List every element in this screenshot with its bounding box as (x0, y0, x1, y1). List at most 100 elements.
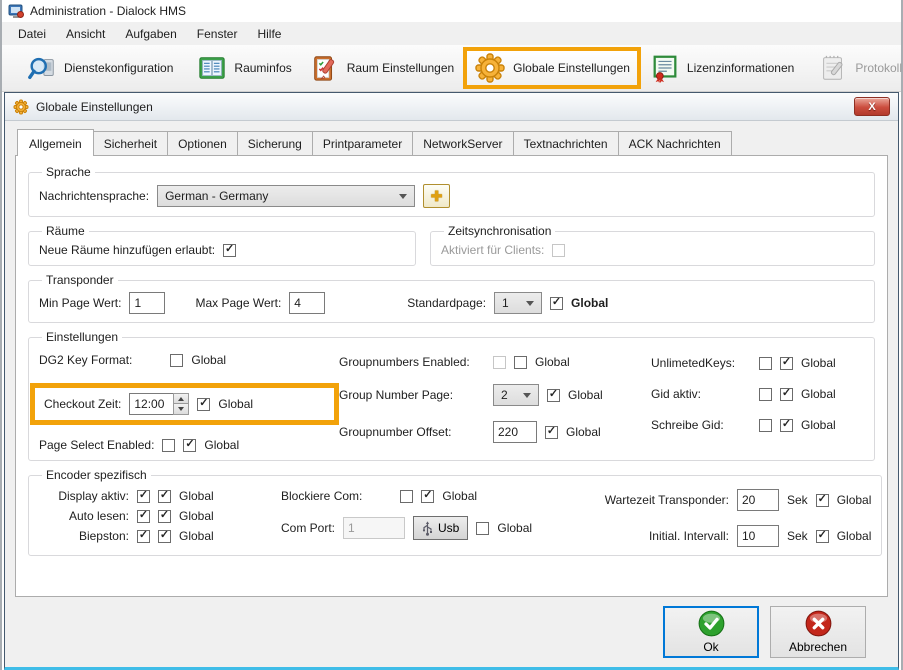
biepston-checkbox[interactable] (137, 530, 150, 543)
global-settings-icon (474, 52, 506, 84)
display-aktiv-checkbox[interactable] (137, 490, 150, 503)
usb-toggle-button[interactable]: Usb (413, 516, 468, 540)
abbrechen-button[interactable]: Abbrechen (770, 606, 866, 658)
nachrichtensprache-select[interactable]: German - Germany (157, 185, 415, 207)
spin-down-button[interactable] (173, 404, 189, 415)
menu-fenster[interactable]: Fenster (187, 23, 248, 45)
toolbar-protokoll[interactable]: Protokoll (809, 47, 903, 89)
group-number-page-select[interactable]: 2 (493, 384, 539, 406)
tab-sicherung[interactable]: Sicherung (237, 131, 313, 155)
groupnumber-offset-global-checkbox[interactable] (545, 426, 558, 439)
zeitsync-legend: Zeitsynchronisation (444, 224, 555, 238)
gid-aktiv-checkbox[interactable] (759, 388, 772, 401)
dg2-global-checkbox[interactable] (170, 354, 183, 367)
groupnumbers-enabled-row: Groupnumbers Enabled: Global (339, 355, 651, 369)
raeume-zeitsync-row: Räume Neue Räume hinzufügen erlaubt: Zei… (28, 224, 875, 266)
nachrichtensprache-row: Nachrichtensprache: German - Germany (39, 184, 864, 208)
initial-intervall-global-checkbox[interactable] (816, 530, 829, 543)
biepston-global-checkbox[interactable] (158, 530, 171, 543)
checkout-zeit-input[interactable] (129, 393, 173, 415)
max-page-input[interactable] (289, 292, 325, 314)
tab-allgemein[interactable]: Allgemein (17, 129, 94, 156)
zeitsynchronisation-groupbox: Zeitsynchronisation Aktiviert für Client… (430, 224, 875, 266)
standardpage-select[interactable]: 1 (494, 292, 542, 314)
chevron-down-icon (399, 194, 407, 199)
dialog-title: Globale Einstellungen (36, 100, 153, 114)
auto-lesen-checkbox[interactable] (137, 510, 150, 523)
com-port-row: Com Port: Usb Global (281, 516, 581, 540)
dialog-close-button[interactable] (854, 97, 890, 116)
raeume-legend: Räume (42, 224, 89, 238)
tab-sicherheit[interactable]: Sicherheit (93, 131, 168, 155)
wartezeit-global-checkbox[interactable] (816, 494, 829, 507)
unlimetedkeys-checkbox[interactable] (759, 357, 772, 370)
groupnumbers-global-checkbox[interactable] (514, 356, 527, 369)
wartezeit-transponder-row: Wartezeit Transponder: Sek Global (581, 489, 871, 511)
window-title: Administration - Dialock HMS (30, 4, 186, 18)
encoder-legend: Encoder spezifisch (42, 468, 151, 482)
globale-einstellungen-dialog: Globale Einstellungen Allgemein Sicherhe… (4, 92, 899, 670)
group-number-page-global-checkbox[interactable] (547, 389, 560, 402)
neue-raeume-checkbox[interactable] (223, 244, 236, 257)
tab-strip: Allgemein Sicherheit Optionen Sicherung … (17, 129, 888, 155)
toolbar-lizenzinformationen[interactable]: Lizenzinformationen (641, 47, 803, 89)
display-aktiv-global-checkbox[interactable] (158, 490, 171, 503)
sprache-legend: Sprache (42, 165, 95, 179)
tab-textnachrichten[interactable]: Textnachrichten (513, 131, 619, 155)
toolbar-globale-einstellungen[interactable]: Globale Einstellungen (463, 47, 641, 89)
blockiere-com-label: Blockiere Com: (281, 489, 362, 503)
spin-up-button[interactable] (173, 393, 189, 404)
menu-ansicht[interactable]: Ansicht (56, 23, 115, 45)
checkout-zeit-spinner[interactable] (129, 393, 189, 415)
group-number-page-value: 2 (501, 388, 513, 402)
cancel-x-icon (805, 610, 832, 637)
schreibe-gid-global-checkbox[interactable] (780, 419, 793, 432)
toolbar-dienstekonfiguration[interactable]: Dienstekonfiguration (18, 47, 182, 89)
checkout-zeit-global-checkbox[interactable] (197, 398, 210, 411)
menu-aufgaben[interactable]: Aufgaben (115, 23, 186, 45)
display-aktiv-label: Display aktiv: (39, 489, 129, 503)
menu-hilfe[interactable]: Hilfe (247, 23, 291, 45)
page-select-global-checkbox[interactable] (183, 439, 196, 452)
com-port-global-checkbox[interactable] (476, 522, 489, 535)
auto-lesen-global-checkbox[interactable] (158, 510, 171, 523)
schreibe-gid-checkbox[interactable] (759, 419, 772, 432)
aktiviert-clients-checkbox (552, 244, 565, 257)
global-label: Global (497, 521, 532, 535)
checkout-zeit-highlight: Checkout Zeit: Global (30, 383, 339, 425)
wartezeit-transponder-input[interactable] (737, 489, 779, 511)
tab-printparameter[interactable]: Printparameter (312, 131, 413, 155)
groupnumber-offset-input[interactable] (493, 421, 537, 443)
toolbar-label: Lizenzinformationen (687, 61, 794, 75)
app-window: { "colors": { "highlight_orange": "#F2A2… (0, 0, 903, 670)
page-select-enabled-label: Page Select Enabled: (39, 438, 154, 452)
gid-aktiv-global-checkbox[interactable] (780, 388, 793, 401)
add-language-button[interactable] (423, 184, 450, 208)
global-label: Global (218, 397, 253, 411)
unlimetedkeys-global-checkbox[interactable] (780, 357, 793, 370)
tab-ack-nachrichten[interactable]: ACK Nachrichten (618, 131, 732, 155)
tab-optionen[interactable]: Optionen (167, 131, 238, 155)
page-select-enabled-checkbox[interactable] (162, 439, 175, 452)
toolbar-rauminfos[interactable]: Rauminfos (188, 47, 300, 89)
aktiviert-clients-label: Aktiviert für Clients: (441, 243, 544, 257)
auto-lesen-label: Auto lesen: (39, 509, 129, 523)
standardpage-global-checkbox[interactable] (550, 297, 563, 310)
initial-intervall-input[interactable] (737, 525, 779, 547)
usb-button-label: Usb (438, 521, 459, 535)
menu-datei[interactable]: Datei (8, 23, 56, 45)
global-label: Global (568, 388, 603, 402)
groupnumber-offset-row: Groupnumber Offset: Global (339, 421, 651, 443)
nachrichtensprache-label: Nachrichtensprache: (39, 189, 149, 203)
gid-aktiv-label: Gid aktiv: (651, 387, 751, 401)
blockiere-com-global-checkbox[interactable] (421, 490, 434, 503)
blockiere-com-checkbox[interactable] (400, 490, 413, 503)
global-label: Global (566, 425, 601, 439)
global-label: Global (191, 353, 226, 367)
ok-button-label: Ok (703, 640, 718, 654)
global-label: Global (204, 438, 239, 452)
min-page-input[interactable] (129, 292, 165, 314)
ok-button[interactable]: Ok (663, 606, 759, 658)
tab-networkserver[interactable]: NetworkServer (412, 131, 513, 155)
toolbar-raum-einstellungen[interactable]: Raum Einstellungen (301, 47, 463, 89)
